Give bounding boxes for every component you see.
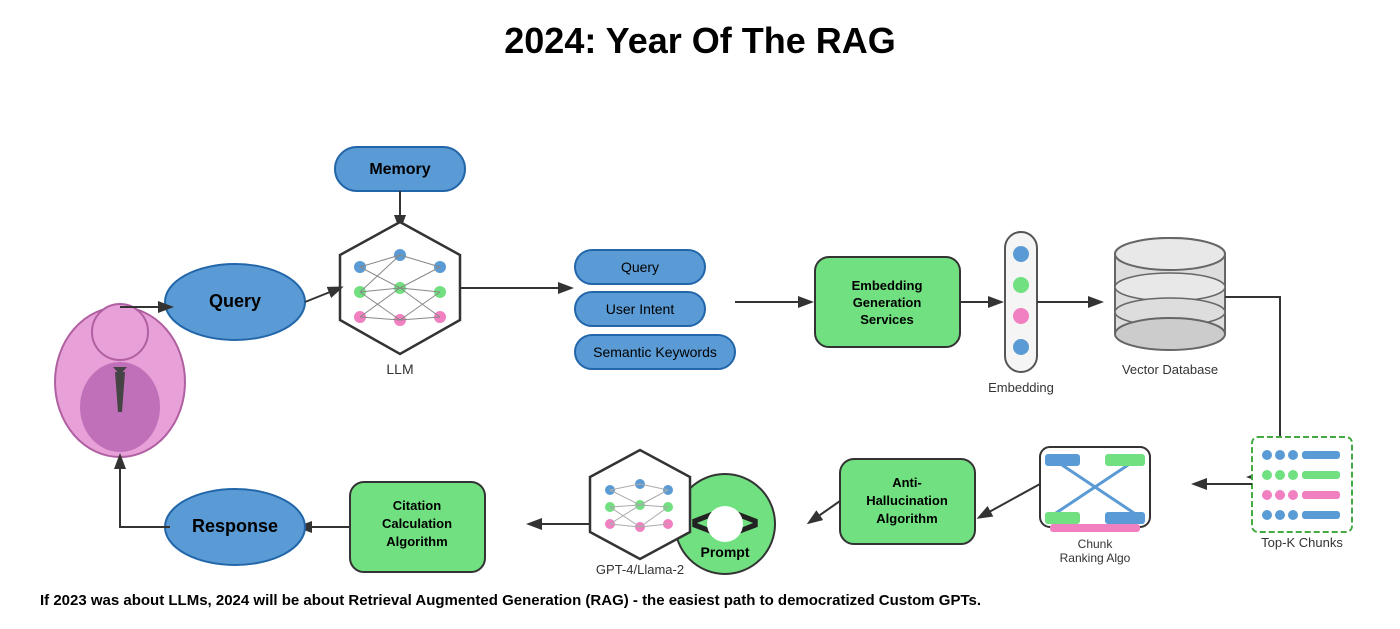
svg-text:Query: Query — [621, 259, 659, 275]
svg-text:Prompt: Prompt — [701, 544, 750, 560]
caption: If 2023 was about LLMs, 2024 will be abo… — [40, 592, 1360, 609]
svg-text:Chunk: Chunk — [1078, 537, 1114, 551]
svg-text:Citation: Citation — [393, 498, 441, 513]
svg-text:Top-K Chunks: Top-K Chunks — [1261, 535, 1343, 550]
svg-text:Query: Query — [209, 291, 261, 311]
svg-text:Embedding: Embedding — [852, 278, 923, 293]
svg-text:LLM: LLM — [386, 361, 413, 377]
svg-text:Response: Response — [192, 516, 278, 536]
svg-text:Vector Database: Vector Database — [1122, 362, 1218, 377]
svg-text:Services: Services — [860, 312, 914, 327]
svg-text:Anti-: Anti- — [892, 475, 922, 490]
svg-text:Algorithm: Algorithm — [876, 511, 937, 526]
svg-text:Hallucination: Hallucination — [866, 493, 948, 508]
svg-text:Embedding: Embedding — [988, 380, 1054, 395]
page-title: 2024: Year Of The RAG — [40, 20, 1360, 62]
page: 2024: Year Of The RAG Memory — [0, 0, 1400, 629]
svg-text:GPT-4/Llama-2: GPT-4/Llama-2 — [596, 562, 684, 577]
svg-text:Algorithm: Algorithm — [386, 534, 447, 549]
person-icon — [55, 304, 185, 457]
svg-text:Ranking Algo: Ranking Algo — [1060, 551, 1131, 565]
svg-text:Calculation: Calculation — [382, 516, 452, 531]
svg-text:User Intent: User Intent — [606, 301, 675, 317]
diagram: Memory — [40, 92, 1360, 582]
svg-text:Semantic Keywords: Semantic Keywords — [593, 344, 717, 360]
svg-text:Generation: Generation — [853, 295, 922, 310]
svg-text:< >: < > — [690, 497, 759, 550]
svg-text:Memory: Memory — [369, 161, 430, 178]
